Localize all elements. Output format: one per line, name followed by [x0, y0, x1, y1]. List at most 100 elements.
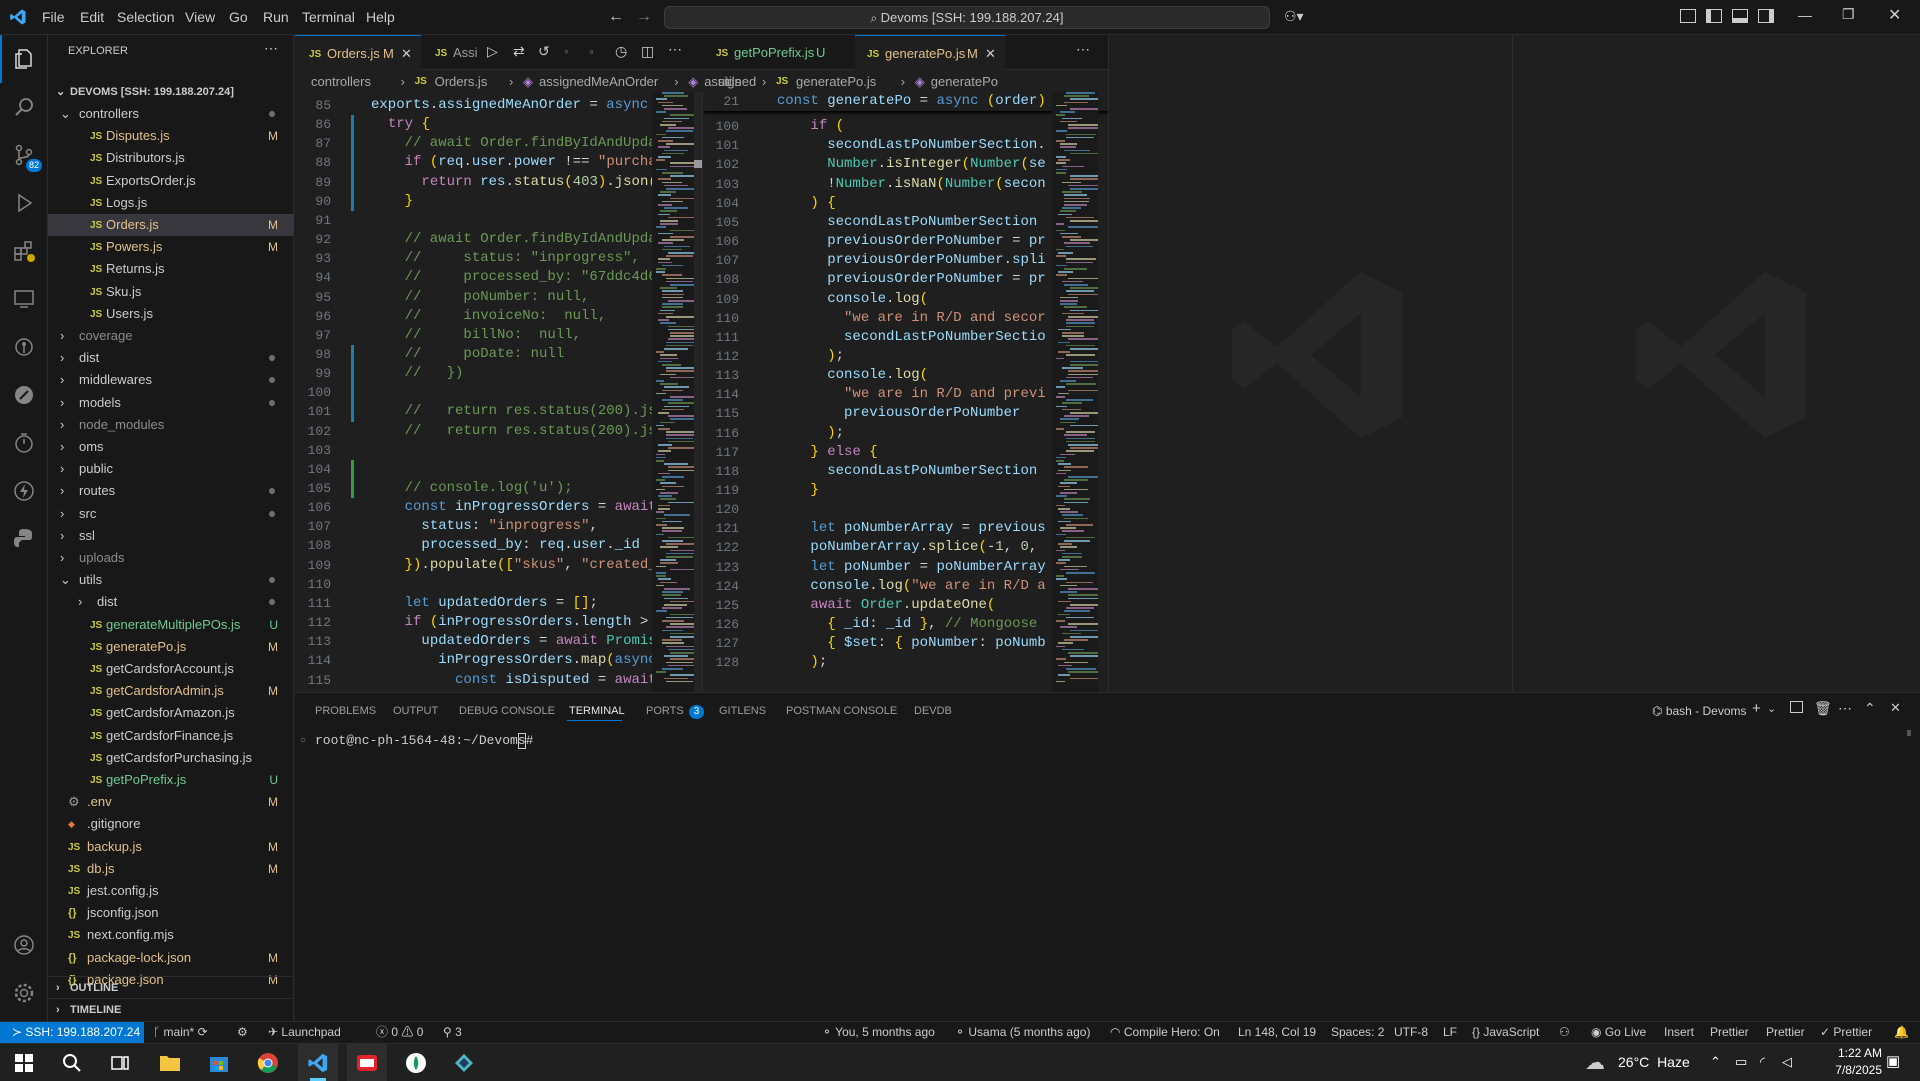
menu-go[interactable]: Go	[229, 0, 248, 35]
battery-icon[interactable]: ▭	[1735, 1054, 1747, 1070]
code-line[interactable]: secondLastPoNumberSection	[760, 213, 1050, 232]
code-line[interactable]: }	[371, 192, 659, 211]
folder-item[interactable]: › oms	[48, 436, 294, 458]
panel-tab-postman-console[interactable]: POSTMAN CONSOLE	[786, 700, 897, 722]
clock[interactable]: 1:22 AM 7/8/2025	[1808, 1045, 1882, 1079]
toggle-secondary-sidebar-icon[interactable]	[1758, 9, 1774, 23]
timeline-icon[interactable]: ◷	[615, 43, 627, 60]
code-line[interactable]: try {	[371, 115, 659, 134]
menu-selection[interactable]: Selection	[117, 0, 175, 35]
remote-indicator[interactable]: ≻ SSH: 199.188.207.24	[0, 1022, 144, 1043]
split-terminal-icon[interactable]	[1790, 701, 1803, 713]
prettier-check[interactable]: ✓ Prettier	[1820, 1022, 1872, 1043]
code-line[interactable]: let updatedOrders = [];	[371, 594, 659, 613]
encoding[interactable]: UTF-8	[1394, 1022, 1428, 1043]
copilot-status-icon[interactable]: ⚇	[1559, 1022, 1570, 1043]
app-green-icon[interactable]	[396, 1044, 436, 1081]
code-line[interactable]: const isDisputed = await (	[371, 671, 659, 690]
scroll-thumb[interactable]	[694, 160, 702, 168]
accounts-icon[interactable]	[0, 921, 48, 969]
code-line[interactable]	[760, 500, 1050, 519]
compile-hero[interactable]: ◠ Compile Hero: On	[1110, 1022, 1220, 1043]
code-line[interactable]: }).populate(["skus", "created_by	[371, 556, 659, 575]
code-line[interactable]: exports.assignedMeAnOrder = async (u	[371, 96, 659, 115]
file-item[interactable]: JS Orders.js M	[48, 214, 294, 236]
file-item[interactable]: JS Powers.js M	[48, 236, 294, 258]
problems-indicator[interactable]: ⓧ 0 ⚠ 0	[376, 1022, 423, 1043]
zoho-icon[interactable]	[347, 1044, 387, 1081]
code-line[interactable]: console.log(	[760, 290, 1050, 309]
code-line[interactable]: { _id: _id }, // Mongoose	[760, 615, 1050, 634]
folder-item[interactable]: › models	[48, 392, 294, 414]
cursor-position[interactable]: Ln 148, Col 19	[1238, 1022, 1316, 1043]
file-item[interactable]: JS getCardsforPurchasing.js	[48, 747, 294, 769]
revert-icon[interactable]: ↺	[538, 43, 550, 60]
remote-explorer-icon[interactable]	[0, 275, 48, 323]
author-indicator[interactable]: ⚬ Usama (5 months ago)	[955, 1022, 1090, 1043]
task-view-icon[interactable]	[100, 1044, 140, 1081]
explorer-icon[interactable]	[0, 35, 48, 83]
code-line[interactable]: let poNumber = poNumberArray	[760, 558, 1050, 577]
new-terminal-icon[interactable]: +	[1752, 700, 1761, 717]
prettier-status[interactable]: Prettier	[1710, 1022, 1749, 1043]
code-line[interactable]: // processed_by: "67ddc4d60	[371, 268, 659, 287]
panel-tab-devdb[interactable]: DEVDB	[914, 700, 952, 722]
file-item[interactable]: JS getCardsforAdmin.js M	[48, 680, 294, 702]
empty-editor-group[interactable]	[1512, 35, 1920, 692]
folder-item[interactable]: › routes	[48, 480, 294, 502]
code-line[interactable]: // poDate: null	[371, 345, 659, 364]
code-line[interactable]	[371, 460, 659, 479]
code-line[interactable]: // return res.status(200).jso	[371, 422, 659, 441]
menu-run[interactable]: Run	[263, 0, 289, 35]
code-line[interactable]: ) {	[760, 194, 1050, 213]
file-item[interactable]: JS Sku.js	[48, 281, 294, 303]
file-item[interactable]: JS generateMultiplePOs.js U	[48, 614, 294, 636]
ports-indicator[interactable]: ⚲ 3	[443, 1022, 462, 1043]
command-center[interactable]: ⌕ Devoms [SSH: 199.188.207.24]	[664, 6, 1270, 29]
search-icon[interactable]	[52, 1044, 92, 1081]
gitlens-status-icon[interactable]: ⚙	[237, 1022, 248, 1043]
code-line[interactable]: previousOrderPoNumber	[760, 404, 1050, 423]
code-line[interactable]: await Order.updateOne(	[760, 596, 1050, 615]
panel-tab-ports[interactable]: PORTS 3	[646, 700, 705, 722]
code-line[interactable]: secondLastPoNumberSection.	[760, 136, 1050, 155]
terminal-selector[interactable]: ⌬ bash - Devoms	[1652, 700, 1747, 722]
code-line[interactable]: } else {	[760, 443, 1050, 462]
store-icon[interactable]	[199, 1044, 239, 1081]
file-item[interactable]: JS jest.config.js	[48, 880, 294, 902]
code-line[interactable]	[371, 211, 659, 230]
folder-item[interactable]: › dist	[48, 591, 294, 613]
file-item[interactable]: JS ExportsOrder.js	[48, 170, 294, 192]
code-line[interactable]: return res.status(403).json({	[371, 173, 659, 192]
code-line[interactable]: const inProgressOrders = await O	[371, 498, 659, 517]
code-line[interactable]: // })	[371, 364, 659, 383]
volume-icon[interactable]: ◁	[1782, 1054, 1792, 1070]
code-line[interactable]: inProgressOrders.map(async (	[371, 651, 659, 670]
file-item[interactable]: JS Users.js	[48, 303, 294, 325]
close-window-icon[interactable]: ✕	[1888, 5, 1901, 25]
terminal-scrollbar[interactable]	[1907, 730, 1911, 736]
breadcrumb-item[interactable]: Orders.js	[435, 72, 488, 92]
menu-help[interactable]: Help	[366, 0, 395, 35]
timeline-section[interactable]: › TIMELINE	[48, 998, 294, 1020]
code-line[interactable]: { $set: { poNumber: poNumb	[760, 634, 1050, 653]
code-line[interactable]: status: "inprogress",	[371, 517, 659, 536]
folder-item[interactable]: ⌄ controllers	[48, 103, 294, 125]
file-item[interactable]: JS Disputes.js M	[48, 125, 294, 147]
extensions-icon[interactable]	[0, 227, 48, 275]
more-actions-icon[interactable]: ⋯	[264, 40, 278, 57]
breadcrumb-item[interactable]: generatePo.js	[796, 72, 876, 92]
more-actions-icon[interactable]: ⋯	[1838, 700, 1852, 717]
search-icon[interactable]	[0, 83, 48, 131]
editor-orders-js[interactable]: 85 exports.assignedMeAnOrder = async (u 86…	[295, 92, 702, 692]
breadcrumb-item[interactable]: controllers	[311, 72, 371, 92]
menu-terminal[interactable]: Terminal	[302, 0, 355, 35]
manage-gear-icon[interactable]	[0, 969, 48, 1017]
panel-tab-debug-console[interactable]: DEBUG CONSOLE	[459, 700, 555, 722]
code-line[interactable]: previousOrderPoNumber.spli	[760, 251, 1050, 270]
code-line[interactable]: }	[760, 481, 1050, 500]
panel-tab-problems[interactable]: PROBLEMS	[315, 700, 376, 722]
file-item[interactable]: JS getCardsforAmazon.js	[48, 702, 294, 724]
language-mode[interactable]: {} JavaScript	[1472, 1022, 1539, 1043]
code-line[interactable]	[371, 575, 659, 594]
